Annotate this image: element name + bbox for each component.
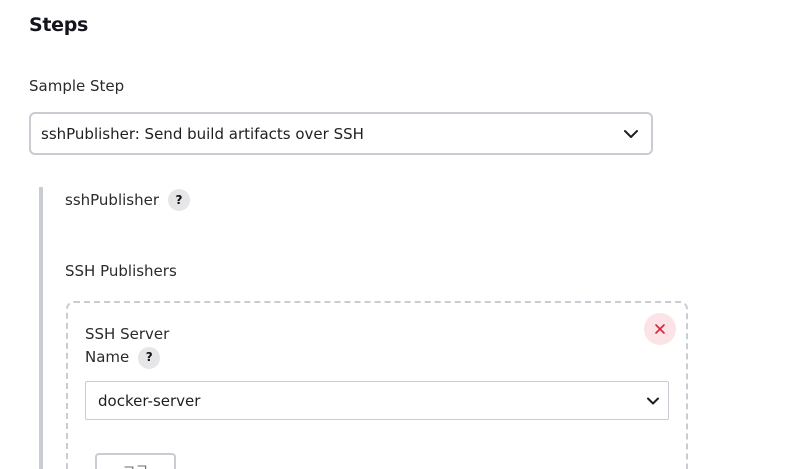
ssh-server-name-value: docker-server xyxy=(98,391,201,410)
ssh-publisher-label: sshPublisher xyxy=(65,191,159,209)
sample-step-value: sshPublisher: Send build artifacts over … xyxy=(41,124,364,143)
chevron-down-icon xyxy=(646,394,660,408)
help-icon[interactable]: ? xyxy=(168,189,190,211)
ssh-server-name-label: SSH Server Name ? xyxy=(85,323,169,369)
advanced-button[interactable]: 고급 xyxy=(95,453,176,469)
ssh-publisher-label-row: sshPublisher ? xyxy=(65,189,190,211)
close-icon xyxy=(654,320,666,339)
remove-publisher-button[interactable] xyxy=(644,313,676,345)
ssh-server-label-line2-row: Name ? xyxy=(85,346,169,369)
chevron-down-icon xyxy=(623,126,639,142)
help-icon[interactable]: ? xyxy=(138,346,161,369)
steps-heading: Steps xyxy=(29,14,89,36)
sample-step-select[interactable]: sshPublisher: Send build artifacts over … xyxy=(29,112,653,155)
steps-page: Steps Sample Step sshPublisher: Send bui… xyxy=(0,0,796,469)
ssh-publishers-label: SSH Publishers xyxy=(65,262,177,280)
sample-step-label: Sample Step xyxy=(29,77,125,95)
ssh-server-label-line2: Name xyxy=(85,348,130,366)
step-config-rail xyxy=(39,187,43,469)
ssh-server-label-line1: SSH Server xyxy=(85,325,170,343)
ssh-server-name-select[interactable]: docker-server xyxy=(85,381,669,420)
